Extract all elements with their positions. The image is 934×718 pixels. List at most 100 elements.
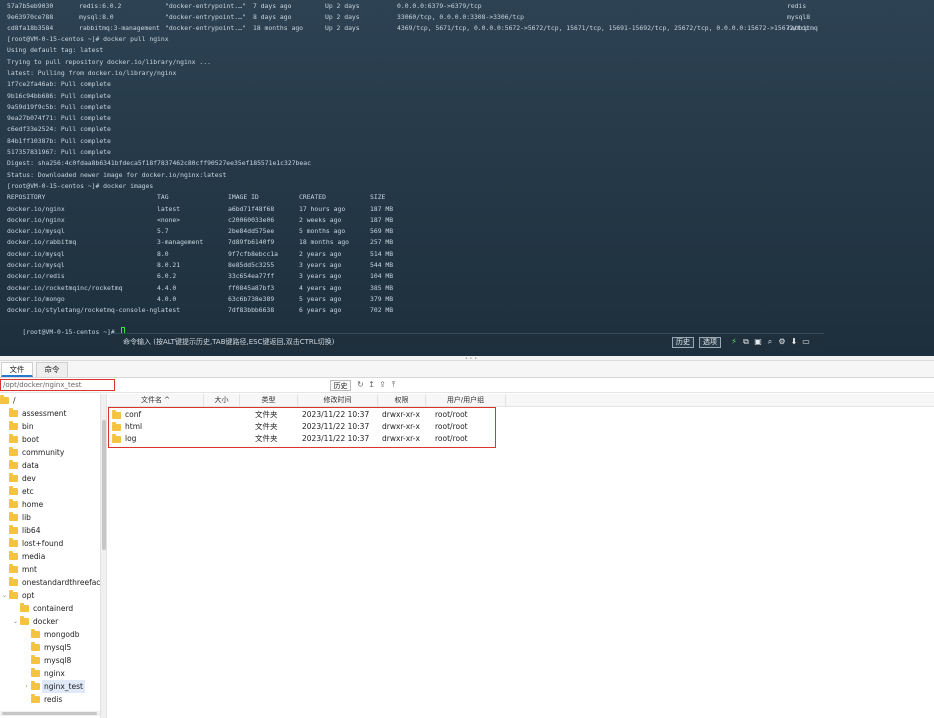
tree-item-label: home bbox=[22, 500, 44, 509]
folder-icon bbox=[9, 408, 18, 417]
container-image: rabbitmq:3-management bbox=[79, 24, 160, 32]
search-icon[interactable]: ⌕ bbox=[765, 336, 775, 348]
path-bar: /opt/docker/nginx_test 历史 ↻ ↥ ⇪ ⤒ bbox=[0, 378, 934, 393]
log-line: latest: Pulling from docker.io/library/n… bbox=[7, 68, 177, 77]
tree-scrollbar[interactable] bbox=[100, 394, 107, 718]
file-row[interactable]: conf 文件夹 2023/11/22 10:37 drwxr-xr-x root/ro… bbox=[110, 409, 490, 421]
folder-icon bbox=[20, 603, 29, 612]
terminal-prompt[interactable]: [root@VM-0-15-centos ~]# bbox=[7, 316, 125, 336]
file-owner: root/root bbox=[435, 410, 468, 419]
tree-scrollbar-thumb[interactable] bbox=[102, 420, 106, 550]
tree-item-onestandardthreefact[interactable]: onestandardthreefact bbox=[0, 576, 100, 589]
tree-item-assessment[interactable]: assessment bbox=[0, 407, 100, 420]
tree-item-lib[interactable]: lib bbox=[0, 511, 100, 524]
command-history-button[interactable]: 历史 bbox=[672, 337, 694, 348]
tree-horizontal-scrollbar[interactable] bbox=[0, 711, 100, 716]
container-ports: 4369/tcp, 5671/tcp, 0.0.0.0:5672->5672/t… bbox=[397, 24, 809, 32]
tree-item-home[interactable]: home bbox=[0, 498, 100, 511]
log-line: 9ea27b074f71: Pull complete bbox=[7, 114, 111, 123]
copy-icon[interactable]: ⧉ bbox=[741, 336, 751, 348]
paste-icon[interactable]: ▣ bbox=[753, 336, 763, 348]
up-directory-icon[interactable]: ↥ bbox=[367, 379, 376, 391]
command-input-bar[interactable]: 命令输入 (按ALT键提示历史,TAB键路径,ESC键返回,双击CTRL切换) … bbox=[112, 333, 824, 350]
file-list[interactable]: 文件名 ^ 大小 类型 修改时间 权限 用户/用户组 conf 文件夹 2023/1… bbox=[108, 394, 934, 718]
folder-icon bbox=[9, 525, 18, 534]
folder-icon bbox=[31, 642, 40, 651]
tree-item-boot[interactable]: boot bbox=[0, 433, 100, 446]
image-image_id: ff0845a87bf3 bbox=[228, 283, 275, 292]
image-size: 379 MB bbox=[370, 294, 394, 303]
file-perm: drwxr-xr-x bbox=[382, 410, 420, 419]
tree-item-label: mongodb bbox=[44, 630, 80, 639]
tree-item-label: nginx_test bbox=[42, 680, 85, 693]
tree-item-redis[interactable]: redis bbox=[0, 693, 100, 706]
container-name: redis bbox=[787, 2, 807, 10]
chevron-right-icon[interactable]: › bbox=[23, 680, 30, 693]
download-icon[interactable]: ⬇ bbox=[789, 336, 799, 348]
image-tag: 6.0.2 bbox=[157, 272, 177, 281]
images-header-size: SIZE bbox=[370, 193, 386, 201]
image-repository: docker.io/rocketmqinc/rocketmq bbox=[7, 283, 123, 292]
image-repository: docker.io/mongo bbox=[7, 294, 65, 303]
tree-item-media[interactable]: media bbox=[0, 550, 100, 563]
column-permissions[interactable]: 权限 bbox=[378, 394, 426, 407]
command-hint[interactable]: 命令输入 (按ALT键提示历史,TAB键路径,ESC键返回,双击CTRL切换) bbox=[123, 337, 334, 347]
column-size[interactable]: 大小 bbox=[204, 394, 240, 407]
tree-item-mysql5[interactable]: mysql5 bbox=[0, 641, 100, 654]
path-history-button[interactable]: 历史 bbox=[330, 380, 351, 391]
tree-item-mongodb[interactable]: mongodb bbox=[0, 628, 100, 641]
image-created: 5 years ago bbox=[299, 294, 342, 303]
tree-item-containerd[interactable]: containerd bbox=[0, 602, 100, 615]
chevron-down-icon[interactable]: ⌄ bbox=[12, 615, 19, 628]
tree-item-mnt[interactable]: mnt bbox=[0, 563, 100, 576]
window-icon[interactable]: ▭ bbox=[801, 336, 811, 348]
file-row[interactable]: log 文件夹 2023/11/22 10:37 drwxr-xr-x root/roo… bbox=[110, 433, 490, 445]
chevron-down-icon[interactable]: ⌄ bbox=[1, 589, 8, 602]
container-status: Up 2 days bbox=[325, 24, 360, 32]
tree-item-community[interactable]: community bbox=[0, 446, 100, 459]
column-modified[interactable]: 修改时间 bbox=[298, 394, 378, 407]
tree-item-label: etc bbox=[22, 487, 34, 496]
tab-files[interactable]: 文件 bbox=[1, 362, 33, 377]
file-row[interactable]: html 文件夹 2023/11/22 10:37 drwxr-xr-x root/ro… bbox=[110, 421, 490, 433]
tree-item-dev[interactable]: dev bbox=[0, 472, 100, 485]
tab-commands[interactable]: 命令 bbox=[36, 362, 68, 377]
terminal-panel[interactable]: 57a7b5eb9030 redis:6.0.2 "docker-entrypoin… bbox=[0, 0, 934, 356]
directory-tree[interactable]: ⌄/assessmentbin boot communitydatadev etc ho… bbox=[0, 394, 100, 718]
tree-item-lib64[interactable]: lib64 bbox=[0, 524, 100, 537]
tree-item--[interactable]: ⌄/ bbox=[0, 394, 100, 407]
container-created: 7 days ago bbox=[253, 2, 292, 10]
column-name[interactable]: 文件名 ^ bbox=[108, 394, 204, 407]
folder-icon bbox=[31, 694, 40, 703]
tree-item-nginx_test[interactable]: › nginx_test bbox=[0, 680, 100, 693]
tree-item-lost-found[interactable]: lost+found bbox=[0, 537, 100, 550]
column-type[interactable]: 类型 bbox=[240, 394, 298, 407]
lightning-icon[interactable]: ⚡ bbox=[729, 336, 739, 348]
folder-icon bbox=[9, 421, 18, 430]
upload-icon[interactable]: ⇪ bbox=[378, 379, 387, 391]
tree-item-opt[interactable]: ⌄ opt bbox=[0, 589, 100, 602]
bottom-tabs: 文件 命令 bbox=[0, 361, 934, 378]
image-size: 514 MB bbox=[370, 249, 394, 258]
tree-item-mysql8[interactable]: mysql8 bbox=[0, 654, 100, 667]
tree-item-etc[interactable]: etc bbox=[0, 485, 100, 498]
file-list-header: 文件名 ^ 大小 类型 修改时间 权限 用户/用户组 bbox=[108, 394, 934, 407]
image-created: 5 months ago bbox=[299, 227, 346, 236]
tree-item-label: boot bbox=[22, 435, 39, 444]
file-name: html bbox=[125, 422, 143, 431]
upload-folder-icon[interactable]: ⤒ bbox=[389, 379, 398, 391]
tree-item-nginx[interactable]: nginx bbox=[0, 667, 100, 680]
tree-item-docker[interactable]: ⌄ docker bbox=[0, 615, 100, 628]
tree-item-label: media bbox=[22, 552, 46, 561]
image-size: 104 MB bbox=[370, 272, 394, 281]
gear-icon[interactable]: ⚙ bbox=[777, 336, 787, 348]
tree-item-label: nginx bbox=[44, 669, 65, 678]
tree-item-bin[interactable]: bin bbox=[0, 420, 100, 433]
column-owner[interactable]: 用户/用户组 bbox=[426, 394, 506, 407]
folder-icon bbox=[9, 564, 18, 573]
tree-horizontal-thumb[interactable] bbox=[2, 712, 97, 715]
tree-item-data[interactable]: data bbox=[0, 459, 100, 472]
refresh-icon[interactable]: ↻ bbox=[356, 379, 365, 391]
path-input[interactable]: /opt/docker/nginx_test bbox=[0, 379, 115, 391]
command-options-button[interactable]: 选项 bbox=[699, 337, 721, 348]
